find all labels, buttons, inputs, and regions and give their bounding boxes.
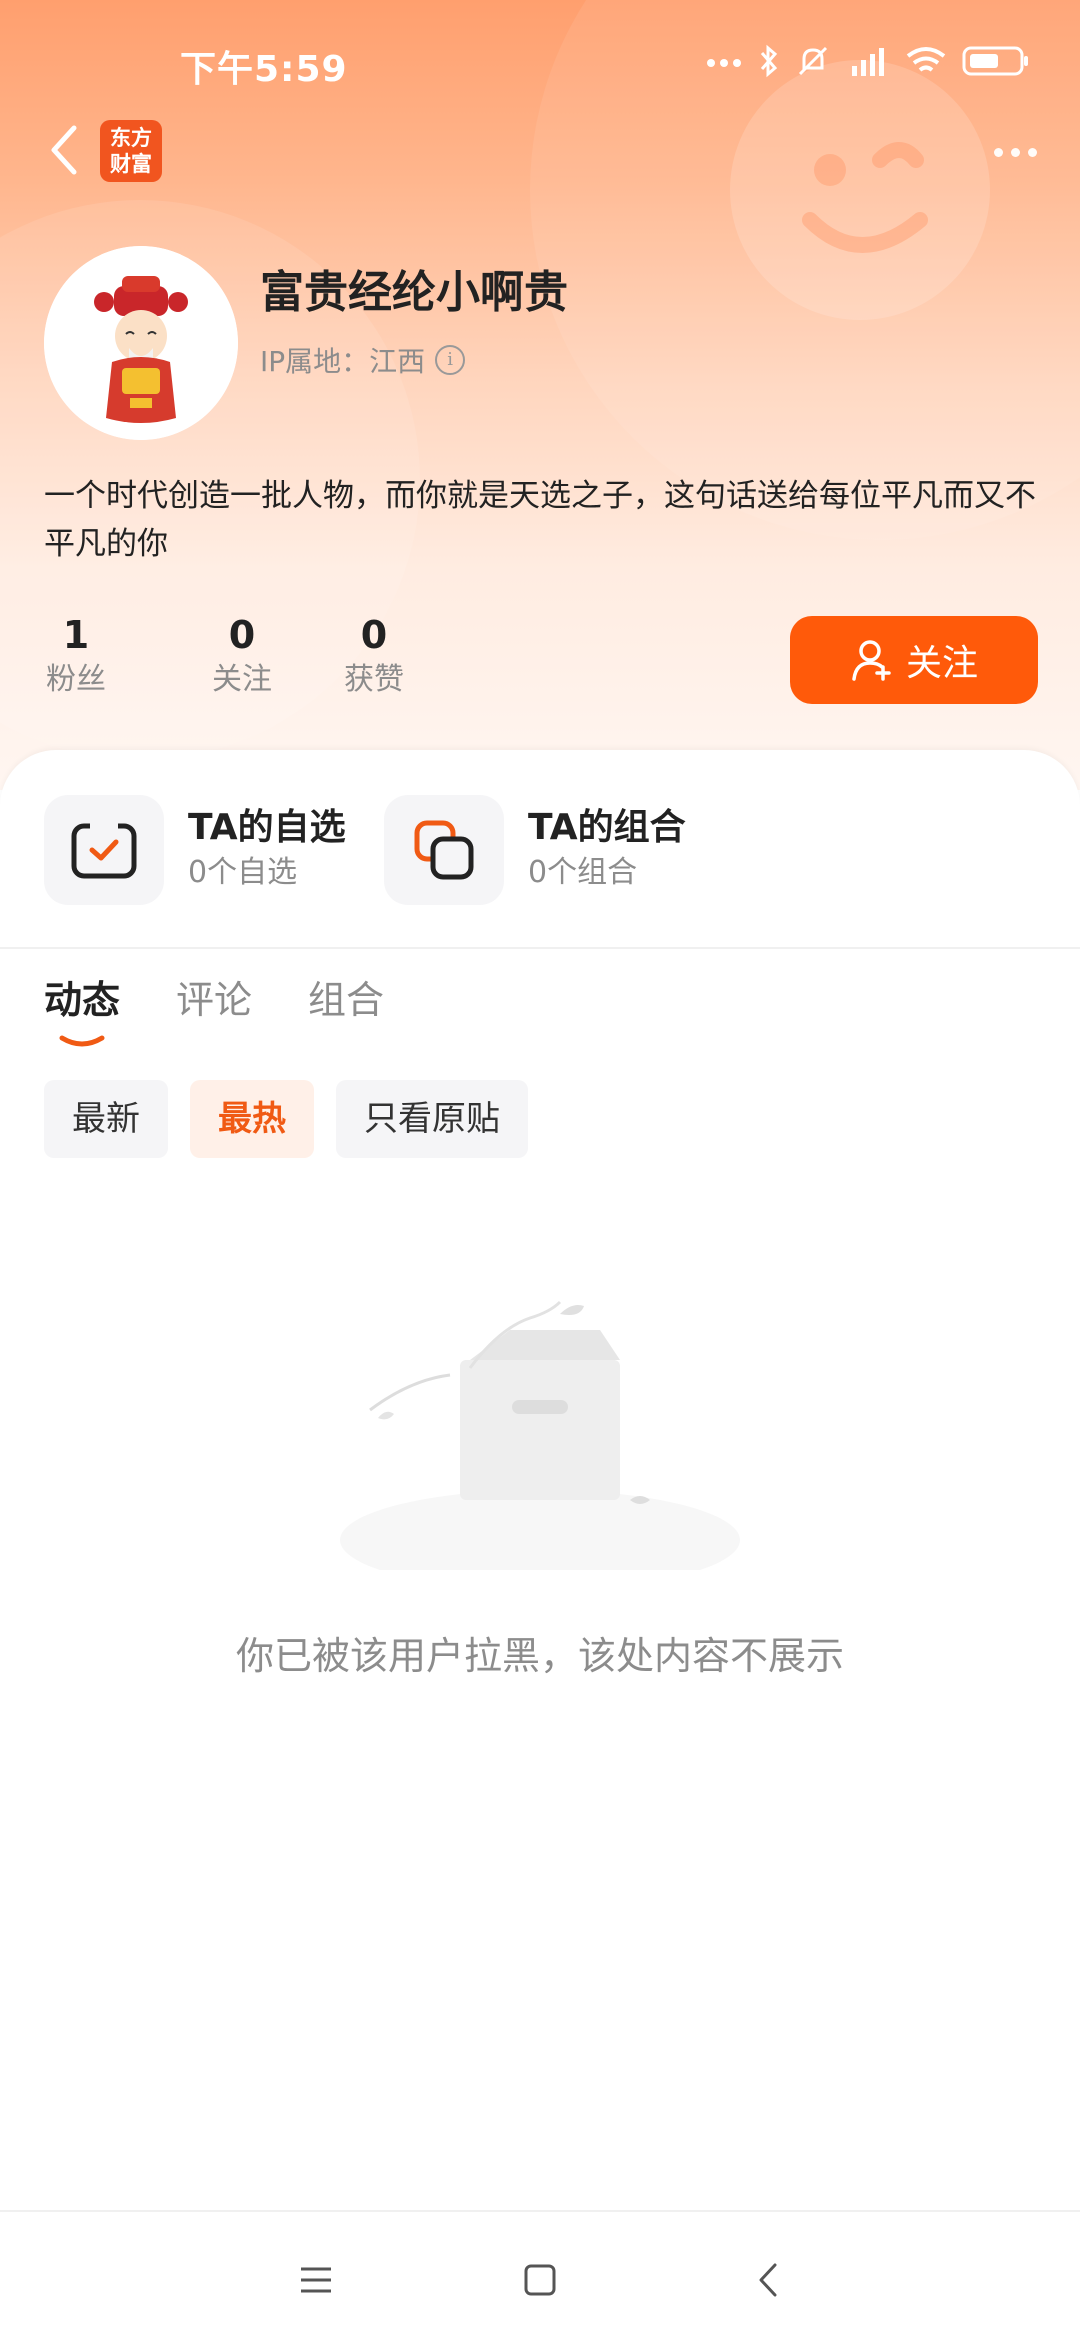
- tab-portfolios[interactable]: 组合: [308, 970, 384, 1060]
- watchlist-icon: [44, 795, 164, 905]
- entry-subtitle: 0个自选: [188, 855, 298, 890]
- more-dots-icon: [706, 54, 742, 73]
- entries-row: TA的自选 0个自选 TA的组合 0个组合: [44, 795, 688, 905]
- avatar[interactable]: [44, 246, 238, 440]
- add-user-icon: [852, 640, 891, 681]
- logo-text-line2: 财富: [110, 152, 152, 176]
- info-icon[interactable]: i: [435, 345, 466, 375]
- status-icons: [706, 44, 1030, 82]
- home-button[interactable]: [510, 2250, 570, 2310]
- ip-location-row: IP属地：江西 i: [260, 340, 466, 380]
- follow-label: 关注: [905, 643, 978, 684]
- entry-text: TA的组合 0个组合: [528, 805, 686, 895]
- entry-title: TA的组合: [528, 807, 686, 848]
- filter-original-only[interactable]: 只看原贴: [336, 1080, 528, 1158]
- stat-value: 0: [360, 613, 388, 657]
- tab-posts[interactable]: 动态: [44, 970, 120, 1060]
- stat-value: 1: [62, 613, 90, 657]
- entry-title: TA的自选: [188, 807, 346, 848]
- stat-likes[interactable]: 0 获赞: [308, 612, 440, 702]
- stat-fans[interactable]: 1 粉丝: [44, 612, 176, 702]
- wifi-icon: [906, 44, 946, 82]
- tab-comments[interactable]: 评论: [176, 970, 252, 1060]
- stat-label: 粉丝: [46, 662, 106, 697]
- chevron-left-icon: [51, 125, 77, 175]
- stats-row: 1 粉丝 0 关注 0 获赞: [44, 612, 440, 702]
- stat-label: 获赞: [344, 662, 404, 697]
- status-bar: 下午5:59: [0, 0, 1080, 130]
- stat-following[interactable]: 0 关注: [176, 612, 308, 702]
- entry-text: TA的自选 0个自选: [188, 805, 346, 895]
- bluetooth-icon: [758, 44, 780, 82]
- follow-button[interactable]: 关注: [790, 616, 1038, 704]
- avatar-image: [44, 246, 238, 440]
- entry-subtitle: 0个组合: [528, 855, 638, 890]
- divider: [0, 947, 1080, 949]
- battery-icon: [962, 44, 1030, 82]
- username: 富贵经纶小啊贵: [260, 267, 568, 318]
- entry-portfolio[interactable]: TA的组合 0个组合: [384, 795, 688, 905]
- mute-bell-icon: [796, 44, 830, 82]
- system-nav-bar: [0, 2210, 1080, 2340]
- back-button[interactable]: [38, 120, 88, 180]
- filter-latest[interactable]: 最新: [44, 1080, 168, 1158]
- empty-box-illustration: [330, 1300, 750, 1590]
- ip-location: IP属地：江西: [260, 345, 426, 378]
- logo-text-line1: 东方: [110, 126, 152, 150]
- empty-state-message: 你已被该用户拉黑，该处内容不展示: [235, 1634, 844, 1678]
- tab-label: 组合: [308, 978, 385, 1022]
- content-tabs: 动态 评论 组合: [44, 970, 384, 1060]
- system-back-button[interactable]: [738, 2250, 798, 2310]
- filter-chips: 最新 最热 只看原贴: [44, 1080, 528, 1158]
- tab-active-indicator: [59, 1035, 105, 1047]
- entry-watchlist[interactable]: TA的自选 0个自选: [44, 795, 348, 905]
- app-logo[interactable]: 东方 财富: [100, 120, 162, 182]
- tab-label: 动态: [44, 978, 121, 1022]
- top-nav: 东方 财富: [0, 120, 1080, 182]
- bio-text: 一个时代创造一批人物，而你就是天选之子，这句话送给每位平凡而又不平凡的你: [44, 478, 1036, 562]
- menu-icon: [301, 2267, 331, 2293]
- menu-button[interactable]: [286, 2250, 346, 2310]
- stat-label: 关注: [212, 662, 272, 697]
- dot: [1027, 147, 1037, 157]
- filter-hottest[interactable]: 最热: [190, 1080, 314, 1158]
- chevron-left-icon: [759, 2263, 777, 2297]
- more-options-button[interactable]: [985, 132, 1045, 172]
- dot: [1010, 147, 1020, 157]
- dot: [993, 147, 1003, 157]
- portfolio-icon: [384, 795, 504, 905]
- stat-value: 0: [228, 613, 256, 657]
- tab-label: 评论: [176, 978, 253, 1022]
- signal-icon: [846, 44, 890, 82]
- status-time: 下午5:59: [180, 49, 348, 90]
- home-square-icon: [524, 2264, 556, 2296]
